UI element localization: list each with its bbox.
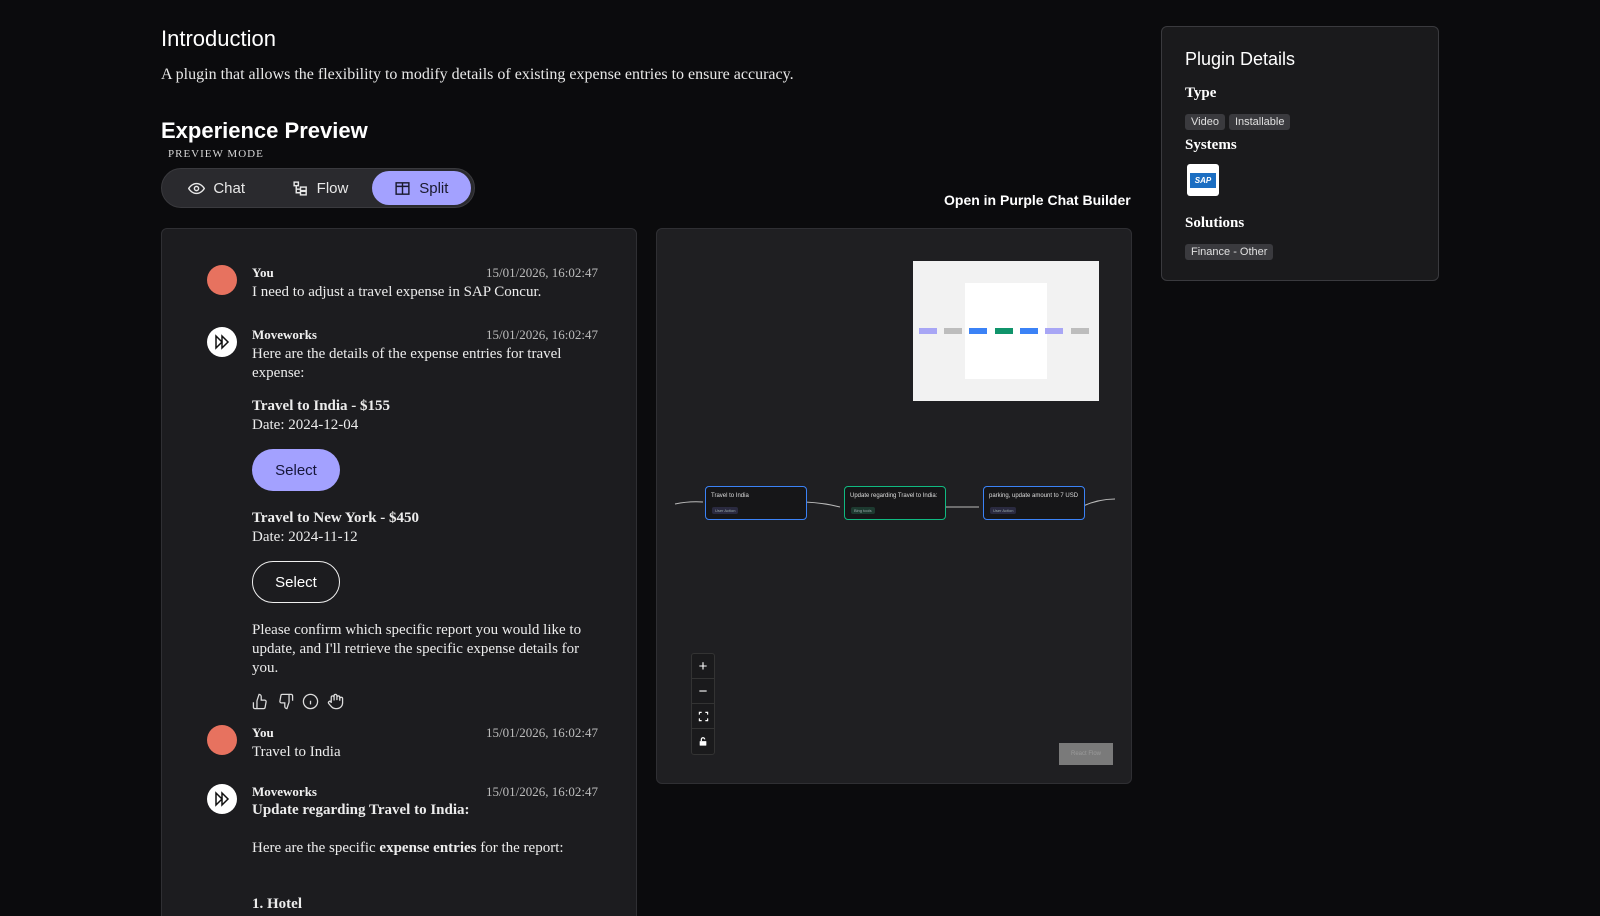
timestamp: 15/01/2026, 16:02:47 — [486, 327, 598, 342]
tab-flow[interactable]: Flow — [268, 171, 371, 205]
user-avatar — [207, 725, 237, 755]
flow-node-title: parking, update amount to 7 USD — [989, 493, 1079, 499]
preview-mode-label: PREVIEW MODE — [168, 148, 264, 160]
moveworks-logo-icon — [215, 791, 230, 807]
plugin-details-title: Plugin Details — [1185, 49, 1296, 69]
type-chips: Video Installable — [1185, 112, 1294, 130]
tab-split-label: Split — [419, 179, 449, 197]
eye-icon — [188, 182, 206, 194]
lock-icon — [699, 737, 707, 746]
entry-date: Date: 2024-12-04 — [252, 417, 359, 433]
sender-name: You — [252, 725, 274, 740]
intro-description: A plugin that allows the flexibility to … — [161, 66, 794, 83]
flow-node-tag: User Action — [712, 507, 739, 514]
solution-chips: Finance - Other — [1185, 242, 1277, 260]
type-chip: Installable — [1228, 114, 1291, 130]
sender-name: Moveworks — [252, 327, 317, 342]
followup-text: Here are the specific expense entries fo… — [252, 839, 598, 858]
moveworks-logo-icon — [215, 334, 230, 350]
flow-panel[interactable]: Travel to India User Action Update regar… — [656, 228, 1132, 784]
message-text: Update regarding Travel to India: — [252, 802, 470, 818]
chat-panel: You 15/01/2026, 16:02:47 I need to adjus… — [161, 228, 637, 916]
flow-node-title: Travel to India — [711, 493, 749, 499]
tab-flow-label: Flow — [316, 179, 349, 197]
feedback-bar — [252, 693, 344, 710]
confirm-text: Please confirm which specific report you… — [252, 622, 582, 676]
flow-node[interactable]: parking, update amount to 7 USD User Act… — [983, 486, 1085, 520]
zoom-out-button[interactable]: − — [692, 679, 714, 704]
sap-logo: SAP — [1187, 164, 1219, 196]
entry-title: Travel to New York - $450 — [252, 510, 420, 526]
thumbs-down-icon[interactable] — [277, 693, 294, 710]
sender-name: You — [252, 265, 274, 280]
entry-date: Date: 2024-11-12 — [252, 529, 358, 545]
timestamp: 15/01/2026, 16:02:47 — [486, 784, 598, 799]
message-text: Here are the details of the expense entr… — [252, 346, 562, 381]
plugin-details-card: Plugin Details Type Video Installable Sys… — [1161, 26, 1439, 281]
message-header: Moveworks 15/01/2026, 16:02:47 — [252, 327, 598, 343]
flow-node-tag: Bing tools — [851, 507, 875, 514]
info-icon[interactable] — [302, 693, 319, 710]
user-avatar — [207, 265, 237, 295]
intro-title: Introduction — [161, 26, 276, 51]
timestamp: 15/01/2026, 16:02:47 — [486, 265, 598, 280]
tab-split[interactable]: Split — [371, 171, 471, 205]
flow-node-tag: User Action — [990, 507, 1017, 514]
followup-prefix: Here are the specific — [252, 840, 380, 856]
timestamp: 15/01/2026, 16:02:47 — [486, 725, 598, 740]
zoom-in-button[interactable]: + — [692, 654, 714, 679]
flow-node[interactable]: Update regarding Travel to India: Bing t… — [844, 486, 946, 520]
message-text: I need to adjust a travel expense in SAP… — [252, 284, 542, 300]
message-header: You 15/01/2026, 16:02:47 — [252, 725, 598, 741]
type-chip: Video — [1185, 114, 1225, 130]
select-button[interactable]: Select — [252, 449, 340, 491]
fit-view-button[interactable] — [692, 704, 714, 729]
flow-node[interactable]: Travel to India User Action — [705, 486, 807, 520]
flow-node-title: Update regarding Travel to India: — [850, 493, 938, 499]
open-in-builder-link[interactable]: Open in Purple Chat Builder — [944, 192, 1131, 208]
entry-title: Travel to India - $155 — [252, 398, 391, 414]
flow-icon — [293, 180, 307, 196]
fit-view-icon — [698, 711, 708, 721]
experience-preview-title: Experience Preview — [161, 118, 368, 143]
type-heading: Type — [1185, 85, 1217, 101]
moveworks-avatar — [207, 327, 237, 357]
sender-name: Moveworks — [252, 784, 317, 799]
message-text: Travel to India — [252, 744, 341, 760]
systems-heading: Systems — [1185, 137, 1237, 153]
lock-button[interactable] — [692, 729, 714, 754]
hand-icon[interactable] — [327, 693, 344, 710]
react-flow-attribution[interactable]: React Flow — [1059, 743, 1113, 765]
list-item: 1. Hotel — [252, 896, 302, 912]
preview-mode-toggle: Chat Flow Split — [161, 168, 475, 208]
followup-bold: expense entries — [379, 840, 477, 856]
select-button[interactable]: Select — [252, 561, 340, 603]
moveworks-avatar — [207, 784, 237, 814]
tab-chat-label: Chat — [213, 179, 245, 197]
solution-chip: Finance - Other — [1185, 244, 1274, 260]
sap-logo-text: SAP — [1190, 172, 1216, 188]
followup-suffix: for the report: — [476, 840, 564, 856]
tab-chat[interactable]: Chat — [165, 171, 268, 205]
message-header: Moveworks 15/01/2026, 16:02:47 — [252, 784, 598, 800]
zoom-controls: + − — [691, 653, 715, 755]
solutions-heading: Solutions — [1185, 215, 1245, 231]
thumbs-up-icon[interactable] — [252, 693, 269, 710]
message-header: You 15/01/2026, 16:02:47 — [252, 265, 598, 281]
split-icon — [395, 181, 410, 195]
